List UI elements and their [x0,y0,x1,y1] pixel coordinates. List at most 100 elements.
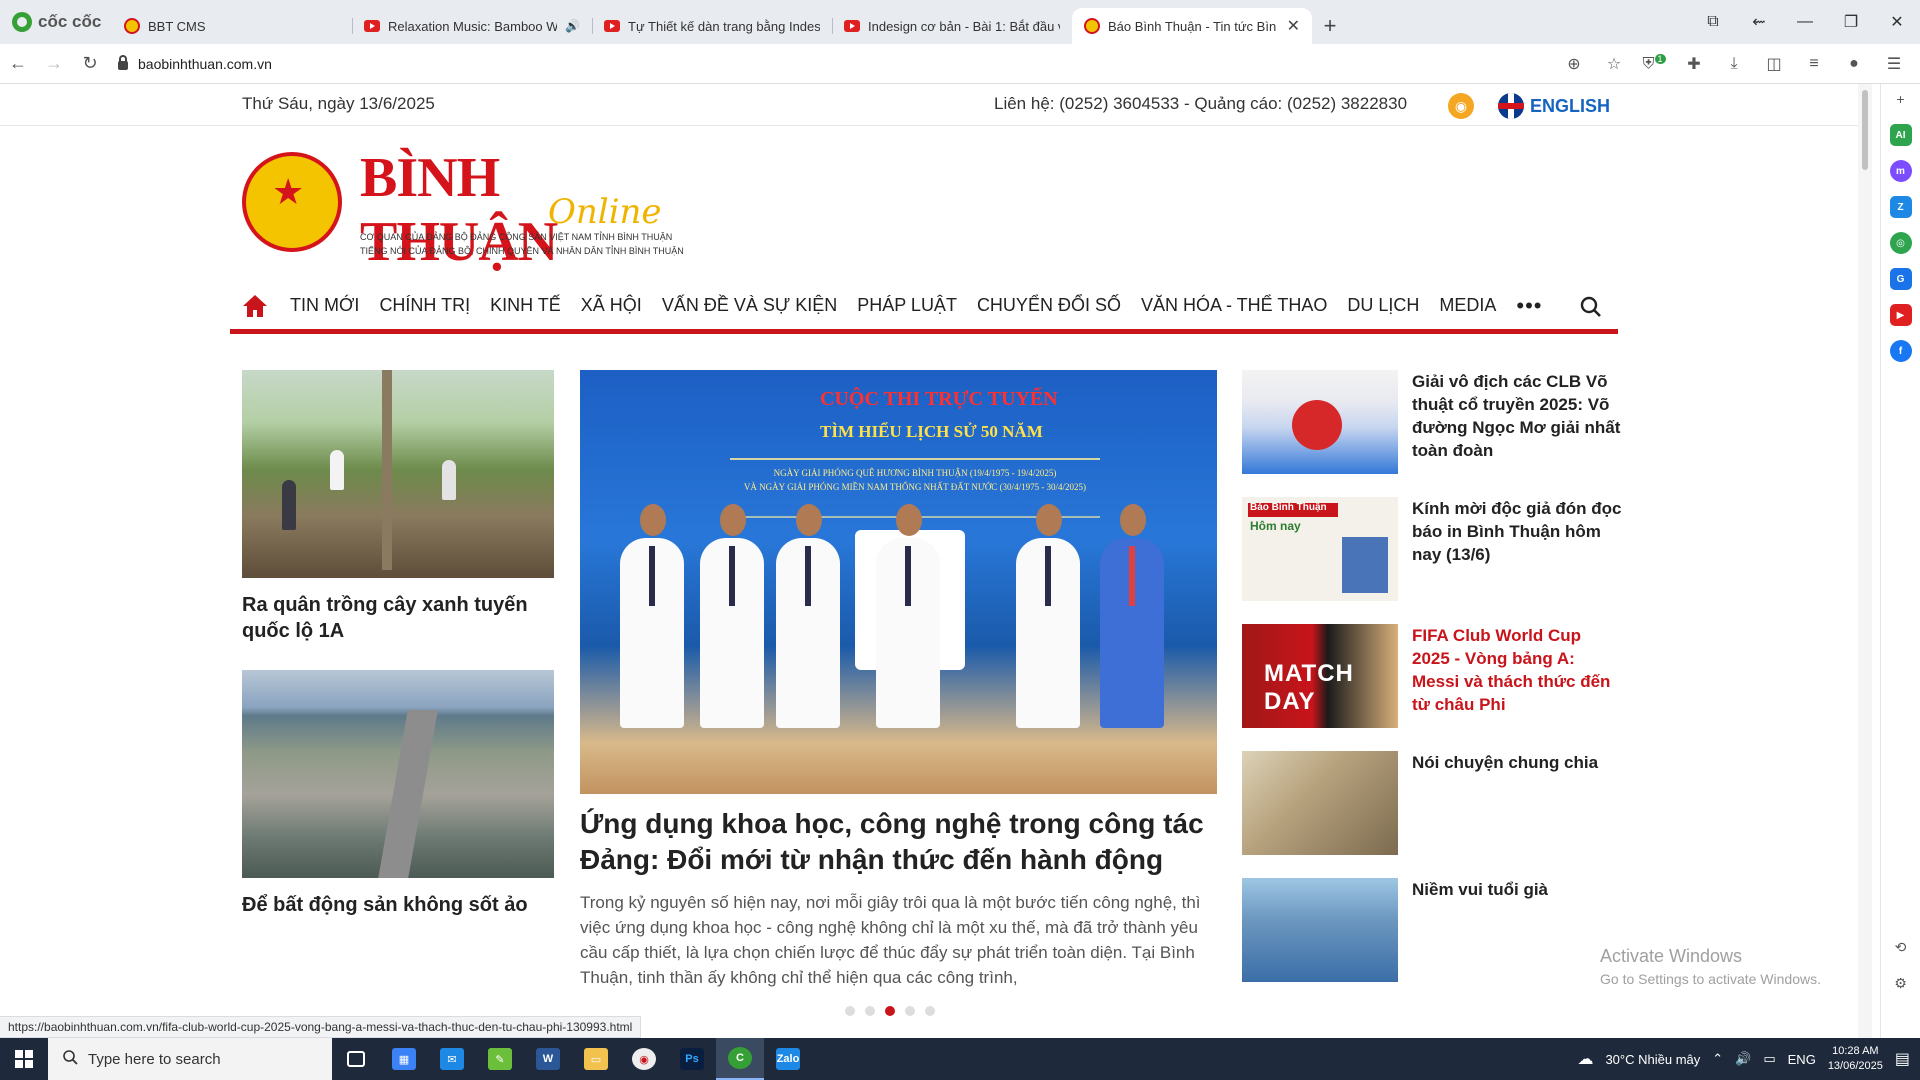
messenger-icon[interactable]: m [1889,160,1912,182]
notifications-icon[interactable]: ▤ [1895,1049,1910,1069]
youtube-icon[interactable]: ▶ [1889,304,1912,326]
tab-bao-binh-thuan[interactable]: Báo Bình Thuận - Tin tức Bìn ✕ [1072,8,1312,44]
add-icon[interactable]: + [1890,88,1912,110]
nav-media[interactable]: MEDIA [1429,295,1506,316]
app-icon[interactable]: ◉ [620,1038,668,1080]
nav-tin-moi[interactable]: TIN MỚI [280,295,369,316]
ai-icon[interactable]: AI [1889,124,1912,146]
file-explorer-icon[interactable]: ▭ [572,1038,620,1080]
download-icon[interactable]: ⤓ [1716,55,1752,73]
nav-du-lich[interactable]: DU LỊCH [1337,295,1429,316]
article-title[interactable]: Giải vô địch các CLB Võ thuật cổ truyền … [1412,370,1622,497]
nav-kinh-te[interactable]: KINH TẾ [480,295,571,316]
nav-phap-luat[interactable]: PHÁP LUẬT [847,295,967,316]
close-window-button[interactable]: ✕ [1874,12,1920,32]
slide-dot[interactable] [845,1006,855,1016]
back-button[interactable]: ← [0,53,36,74]
forward-button[interactable]: → [36,53,72,74]
nav-chinh-tri[interactable]: CHÍNH TRỊ [369,295,480,316]
volume-icon[interactable]: 🔊 [1735,1051,1751,1067]
translate-icon[interactable]: G [1889,268,1912,290]
reading-list-icon[interactable]: ≡ [1796,55,1832,73]
zalo-taskbar-icon[interactable]: Zalo [764,1038,812,1080]
close-tab-icon[interactable]: ✕ [1287,16,1300,36]
side-article[interactable]: Báo Bình Thuận Hôm nay Kính mời độc giả … [1242,497,1622,624]
split-view-icon[interactable]: ◫ [1756,54,1792,74]
lock-icon[interactable] [118,55,128,70]
slide-dot[interactable] [905,1006,915,1016]
tab-bbt-cms[interactable]: BBT CMS [112,8,352,44]
featured-title[interactable]: Ứng dụng khoa học, công nghệ trong công … [580,806,1217,878]
side-article[interactable]: Nói chuyện chung chia [1242,751,1622,878]
language-switch[interactable]: ENGLISH [1498,93,1610,119]
scrollbar-thumb[interactable] [1862,90,1868,170]
start-button[interactable] [0,1038,48,1080]
undo-close-icon[interactable]: ⇜ [1736,12,1782,32]
zalo-icon[interactable]: Z [1889,196,1912,218]
slide-dot[interactable] [865,1006,875,1016]
slide-dot[interactable] [925,1006,935,1016]
weather-text[interactable]: 30°C Nhiều mây [1605,1052,1700,1067]
article-thumbnail[interactable] [242,370,554,578]
word-icon[interactable]: W [524,1038,572,1080]
side-article[interactable]: MATCH DAY FIFA Club World Cup 2025 - Vòn… [1242,624,1622,751]
search-icon[interactable] [1580,296,1602,318]
article-title[interactable]: Để bất động sản không sốt ảo [242,892,554,918]
history-icon[interactable]: ⟲ [1890,936,1912,958]
article-thumbnail[interactable] [1242,370,1398,474]
site-logo[interactable]: ★ BÌNH THUẬN Online CƠ QUAN CỦA ĐẢNG BỘ … [242,146,702,273]
featured-image[interactable]: CUỘC THI TRỰC TUYẾN TÌM HIỂU LỊCH SỬ 50 … [580,370,1217,794]
side-article[interactable]: Niềm vui tuổi già [1242,878,1622,1005]
tab-indesign-layout[interactable]: Tự Thiết kế dàn trang bằng Indesi [592,8,832,44]
facebook-icon[interactable]: f [1889,340,1912,362]
new-tab-button[interactable]: + [1312,8,1348,44]
article-thumbnail[interactable] [1242,751,1398,855]
article-thumbnail[interactable]: Báo Bình Thuận Hôm nay [1242,497,1398,601]
reload-button[interactable]: ↻ [72,53,108,74]
article-card[interactable]: Để bất động sản không sốt ảo [242,670,554,918]
game-icon[interactable]: ◎ [1889,232,1912,254]
input-language[interactable]: ENG [1788,1052,1816,1067]
article-title[interactable]: Kính mời độc giả đón đọc báo in Bình Thu… [1412,497,1622,624]
speaker-icon[interactable]: 🔊 [565,19,580,33]
article-card[interactable]: Ra quân trồng cây xanh tuyến quốc lộ 1A [242,370,554,644]
restore-button[interactable]: ❐ [1828,12,1874,32]
nav-chuyen-doi-so[interactable]: CHUYỂN ĐỔI SỐ [967,295,1131,316]
chevron-up-icon[interactable]: ⌃ [1712,1051,1723,1067]
menu-icon[interactable]: ☰ [1876,54,1912,74]
taskbar-search[interactable]: Type here to search [48,1038,332,1080]
article-title[interactable]: FIFA Club World Cup 2025 - Vòng bảng A: … [1412,624,1622,751]
mail-icon[interactable]: ✉ [428,1038,476,1080]
language-label[interactable]: ENGLISH [1530,96,1610,117]
search-placeholder[interactable]: Type here to search [88,1051,221,1068]
store-icon[interactable]: ▦ [380,1038,428,1080]
home-icon[interactable] [230,291,280,321]
article-thumbnail[interactable] [242,670,554,878]
coccoc-brand[interactable]: cốc cốc [0,0,112,44]
tab-indesign-basic[interactable]: Indesign cơ bản - Bài 1: Bắt đầu v [832,8,1072,44]
article-thumbnail[interactable] [1242,878,1398,982]
bookmark-star-icon[interactable]: ☆ [1596,54,1632,74]
featured-article[interactable]: CUỘC THI TRỰC TUYẾN TÌM HIỂU LỊCH SỬ 50 … [580,370,1217,990]
page-scrollbar[interactable] [1858,84,1872,1038]
article-thumbnail[interactable]: MATCH DAY [1242,624,1398,728]
article-title[interactable]: Nói chuyện chung chia [1412,751,1598,878]
zoom-icon[interactable]: ⊕ [1556,54,1592,74]
photoshop-icon[interactable]: Ps [668,1038,716,1080]
article-title[interactable]: Ra quân trồng cây xanh tuyến quốc lộ 1A [242,592,554,644]
screenshot-icon[interactable]: ⧉ [1690,13,1736,31]
rss-icon[interactable]: ◉ [1448,93,1474,119]
profile-avatar-icon[interactable]: ● [1836,55,1872,73]
article-title[interactable]: Niềm vui tuổi già [1412,878,1548,1005]
task-view-icon[interactable] [332,1038,380,1080]
settings-gear-icon[interactable]: ⚙ [1890,972,1912,994]
weather-cloud-icon[interactable]: ☁ [1577,1049,1593,1069]
extensions-puzzle-icon[interactable]: ✚ [1676,54,1712,74]
notepad-icon[interactable]: ✎ [476,1038,524,1080]
more-menu-icon[interactable]: ••• [1506,293,1552,319]
nav-van-de-su-kien[interactable]: VẤN ĐỀ VÀ SỰ KIỆN [652,295,847,316]
url-text[interactable]: baobinhthuan.com.vn [138,56,272,72]
minimize-button[interactable]: — [1782,13,1828,31]
clock[interactable]: 10:28 AM 13/06/2025 [1828,1044,1883,1074]
tab-relaxation-music[interactable]: Relaxation Music: Bamboo Wa 🔊 [352,8,592,44]
